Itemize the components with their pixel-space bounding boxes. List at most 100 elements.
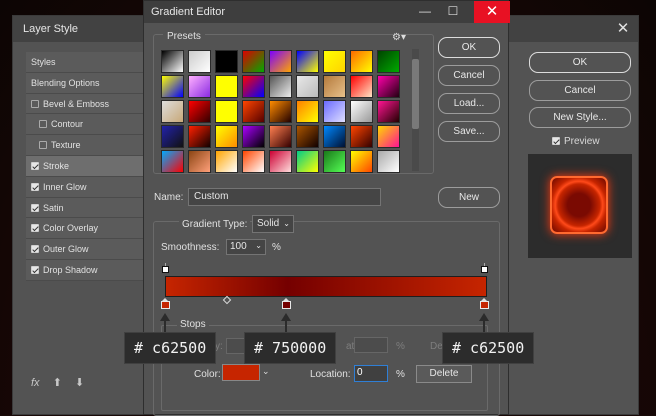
- gradient-preset-swatch[interactable]: [188, 50, 211, 73]
- gradient-preset-swatch[interactable]: [350, 50, 373, 73]
- gradient-preset-swatch[interactable]: [323, 75, 346, 98]
- gradient-preset-swatch[interactable]: [242, 150, 265, 173]
- ok-button[interactable]: OK: [529, 52, 631, 73]
- load-button[interactable]: Load...: [438, 93, 500, 114]
- sidebar-item-color-overlay[interactable]: Color Overlay: [26, 218, 161, 240]
- gradient-preset-swatch[interactable]: [377, 125, 400, 148]
- color-stop-right[interactable]: [480, 298, 489, 309]
- stop-color-swatch[interactable]: [222, 364, 260, 381]
- gradient-preset-swatch[interactable]: [377, 100, 400, 123]
- gradient-preset-swatch[interactable]: [377, 150, 400, 173]
- gradient-preset-swatch[interactable]: [296, 50, 319, 73]
- location-input[interactable]: 0: [354, 365, 388, 382]
- scrollbar-thumb[interactable]: [412, 59, 419, 129]
- sidebar-item-blending-options[interactable]: Blending Options: [26, 72, 161, 94]
- gradient-preset-swatch[interactable]: [323, 150, 346, 173]
- gradient-preset-swatch[interactable]: [377, 75, 400, 98]
- gradient-preset-swatch[interactable]: [296, 100, 319, 123]
- new-style-button[interactable]: New Style...: [529, 107, 631, 128]
- gradient-preset-swatch[interactable]: [269, 75, 292, 98]
- gradient-preset-swatch[interactable]: [161, 150, 184, 173]
- checkbox[interactable]: [39, 120, 47, 129]
- gradient-preset-swatch[interactable]: [161, 50, 184, 73]
- opacity-stop-left[interactable]: [162, 263, 169, 273]
- smoothness-input[interactable]: 100 ⌄: [226, 239, 266, 255]
- gradient-preset-swatch[interactable]: [296, 125, 319, 148]
- sidebar-item-bevel-emboss[interactable]: Bevel & Emboss: [26, 93, 161, 115]
- maximize-icon[interactable]: ☐: [444, 4, 462, 20]
- color-menu-chevron-icon[interactable]: ⌄: [262, 366, 270, 377]
- opacity-location-percent: %: [396, 341, 405, 352]
- preview-checkbox[interactable]: [552, 137, 560, 145]
- fx-icon[interactable]: fx: [31, 377, 40, 389]
- gradient-preset-swatch[interactable]: [296, 75, 319, 98]
- gradient-preset-swatch[interactable]: [188, 150, 211, 173]
- gradient-preset-swatch[interactable]: [242, 50, 265, 73]
- gradient-preset-swatch[interactable]: [215, 150, 238, 173]
- gradient-preset-swatch[interactable]: [323, 100, 346, 123]
- move-down-icon[interactable]: ⬇: [75, 376, 84, 389]
- gradient-preset-swatch[interactable]: [242, 100, 265, 123]
- gradient-preset-swatch[interactable]: [269, 125, 292, 148]
- gradient-preset-swatch[interactable]: [161, 75, 184, 98]
- checkbox[interactable]: [39, 141, 47, 150]
- gradient-preset-swatch[interactable]: [215, 50, 238, 73]
- new-button[interactable]: New: [438, 187, 500, 208]
- name-input[interactable]: Custom: [188, 188, 381, 206]
- gradient-bar[interactable]: [165, 276, 487, 297]
- minimize-icon[interactable]: —: [416, 4, 434, 20]
- checkbox[interactable]: [31, 99, 39, 108]
- gradient-preset-swatch[interactable]: [188, 100, 211, 123]
- checkbox[interactable]: [31, 265, 39, 274]
- gradient-preset-swatch[interactable]: [350, 125, 373, 148]
- gradient-preset-swatch[interactable]: [188, 75, 211, 98]
- gradient-preset-swatch[interactable]: [350, 100, 373, 123]
- gradient-preset-swatch[interactable]: [350, 150, 373, 173]
- gradient-preset-swatch[interactable]: [242, 75, 265, 98]
- color-stop-left[interactable]: [161, 298, 170, 309]
- cancel-button[interactable]: Cancel: [438, 65, 500, 86]
- move-up-icon[interactable]: ⬆: [53, 376, 62, 389]
- gradient-preset-swatch[interactable]: [269, 150, 292, 173]
- save-button[interactable]: Save...: [438, 121, 500, 142]
- gradient-preset-swatch[interactable]: [296, 150, 319, 173]
- checkbox[interactable]: [31, 182, 39, 191]
- sidebar-item-satin[interactable]: Satin: [26, 197, 161, 219]
- gradient-preset-swatch[interactable]: [269, 50, 292, 73]
- gradient-preset-swatch[interactable]: [188, 125, 211, 148]
- gradient-preset-swatch[interactable]: [242, 125, 265, 148]
- gradient-preset-swatch[interactable]: [215, 75, 238, 98]
- checkbox[interactable]: [31, 245, 39, 254]
- gradient-type-select[interactable]: Solid ⌄: [252, 215, 294, 233]
- gradient-preset-swatch[interactable]: [161, 100, 184, 123]
- gradient-preset-swatch[interactable]: [377, 50, 400, 73]
- sidebar-item-stroke[interactable]: Stroke: [26, 155, 161, 177]
- sidebar-item-drop-shadow[interactable]: Drop Shadow: [26, 259, 161, 281]
- checkbox[interactable]: [31, 203, 39, 212]
- opacity-stop-right[interactable]: [481, 263, 488, 273]
- sidebar-item-inner-glow[interactable]: Inner Glow: [26, 176, 161, 198]
- presets-scrollbar[interactable]: [412, 49, 419, 171]
- gradient-preset-swatch[interactable]: [215, 100, 238, 123]
- close-icon[interactable]: ✕: [614, 20, 632, 38]
- sidebar-item-outer-glow[interactable]: Outer Glow: [26, 239, 161, 260]
- gradient-preset-swatch[interactable]: [215, 125, 238, 148]
- checkbox[interactable]: [31, 161, 39, 170]
- gear-icon[interactable]: ⚙▾: [392, 32, 406, 43]
- gradient-preset-swatch[interactable]: [323, 50, 346, 73]
- checkbox[interactable]: [31, 224, 39, 233]
- gradient-preset-swatch[interactable]: [161, 125, 184, 148]
- hex-tooltip-left: # c62500: [124, 332, 217, 364]
- gradient-preset-swatch[interactable]: [323, 125, 346, 148]
- cancel-button[interactable]: Cancel: [529, 80, 631, 101]
- close-icon[interactable]: ✕: [474, 1, 510, 23]
- gradient-preset-swatch[interactable]: [269, 100, 292, 123]
- ok-button[interactable]: OK: [438, 37, 500, 58]
- color-stop-middle[interactable]: [282, 298, 291, 309]
- delete-stop-button[interactable]: Delete: [416, 365, 472, 383]
- sidebar-item-texture[interactable]: Texture: [26, 135, 161, 156]
- preview-option[interactable]: Preview: [552, 136, 600, 147]
- sidebar-item-styles[interactable]: Styles: [26, 52, 161, 73]
- gradient-preset-swatch[interactable]: [350, 75, 373, 98]
- sidebar-item-contour[interactable]: Contour: [26, 114, 161, 136]
